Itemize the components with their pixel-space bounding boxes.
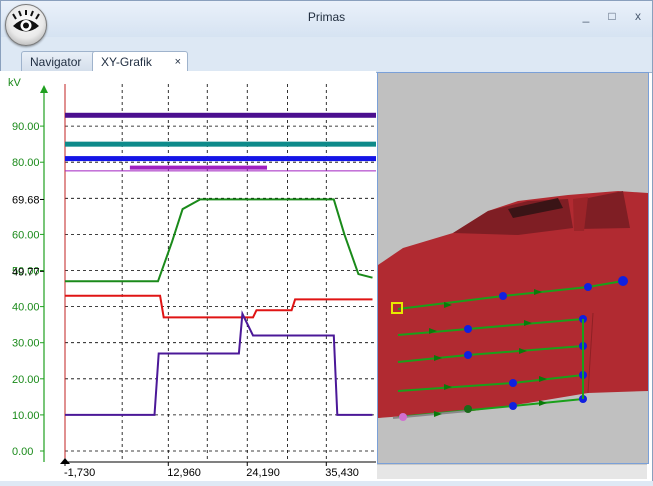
- y-tick-label: 49.77: [12, 266, 40, 278]
- y-tick-label: 80.00: [12, 157, 40, 169]
- 3d-viewport[interactable]: [377, 72, 649, 464]
- minimize-button[interactable]: _: [576, 8, 596, 24]
- x-tick-label: 12,960: [167, 467, 201, 479]
- direction-arrow: [434, 411, 442, 417]
- horizontal-scrollbar[interactable]: [377, 464, 647, 479]
- close-button[interactable]: x: [628, 8, 648, 24]
- path-point: [499, 292, 507, 300]
- tab-label: Navigator: [30, 55, 82, 69]
- tab-xy-grafik[interactable]: XY-Grafik ×: [92, 51, 188, 73]
- x-tick-label: -1,730: [64, 467, 95, 479]
- direction-arrow: [534, 289, 542, 295]
- maximize-button[interactable]: □: [602, 8, 622, 24]
- path-point: [509, 402, 517, 410]
- y-tick-label: 30.00: [12, 338, 40, 350]
- y-tick-label: 40.00: [12, 302, 40, 314]
- tab-close-icon[interactable]: ×: [175, 52, 181, 72]
- tab-label: XY-Grafik: [101, 55, 152, 69]
- y-tick-label: 90.00: [12, 121, 40, 133]
- path-point-end: [618, 276, 628, 286]
- path-point-green: [464, 405, 472, 413]
- xy-chart[interactable]: kV 90.00 80.00 69.68 60.00 50.00 49.77 40.00 30.…: [0, 71, 376, 481]
- status-bar: [65, 112, 376, 118]
- x-tick-label: 35,430: [325, 467, 359, 479]
- y-tick-label: 10.00: [12, 410, 40, 422]
- direction-arrow: [539, 400, 547, 406]
- status-bar: [65, 156, 376, 162]
- chart-background: [0, 71, 376, 481]
- x-tick-label: 24,190: [246, 467, 280, 479]
- y-axis-label: kV: [8, 77, 22, 89]
- path-point: [464, 351, 472, 359]
- tab-navigator[interactable]: Navigator: [21, 51, 99, 72]
- direction-arrow: [539, 376, 547, 382]
- chart-svg[interactable]: kV90.0080.0069.6860.0050.0049.7740.0030.…: [0, 71, 376, 481]
- robot-path-line: [397, 318, 584, 336]
- tab-strip: Navigator XY-Grafik ×: [1, 51, 652, 73]
- y-tick-label: 60.00: [12, 229, 40, 241]
- title-bar[interactable]: Primas _ □ x: [1, 1, 652, 46]
- y-tick-label: 20.00: [12, 374, 40, 386]
- path-point: [464, 325, 472, 333]
- robot-path-line: [397, 374, 584, 392]
- status-bar: [129, 165, 268, 170]
- direction-arrow: [444, 384, 452, 390]
- y-tick-label: 0.00: [12, 446, 33, 458]
- window-title: Primas: [307, 10, 346, 24]
- status-bar: [65, 141, 376, 147]
- robot-path-line: [397, 345, 584, 363]
- direction-arrow: [429, 328, 437, 334]
- robot-path-overlay[interactable]: [378, 73, 648, 463]
- direction-arrow: [524, 320, 532, 326]
- path-point: [584, 283, 592, 291]
- path-point-start: [399, 413, 407, 421]
- direction-arrow: [434, 355, 442, 361]
- path-point: [509, 379, 517, 387]
- direction-arrow: [519, 348, 527, 354]
- y-tick-label: 69.68: [12, 194, 40, 206]
